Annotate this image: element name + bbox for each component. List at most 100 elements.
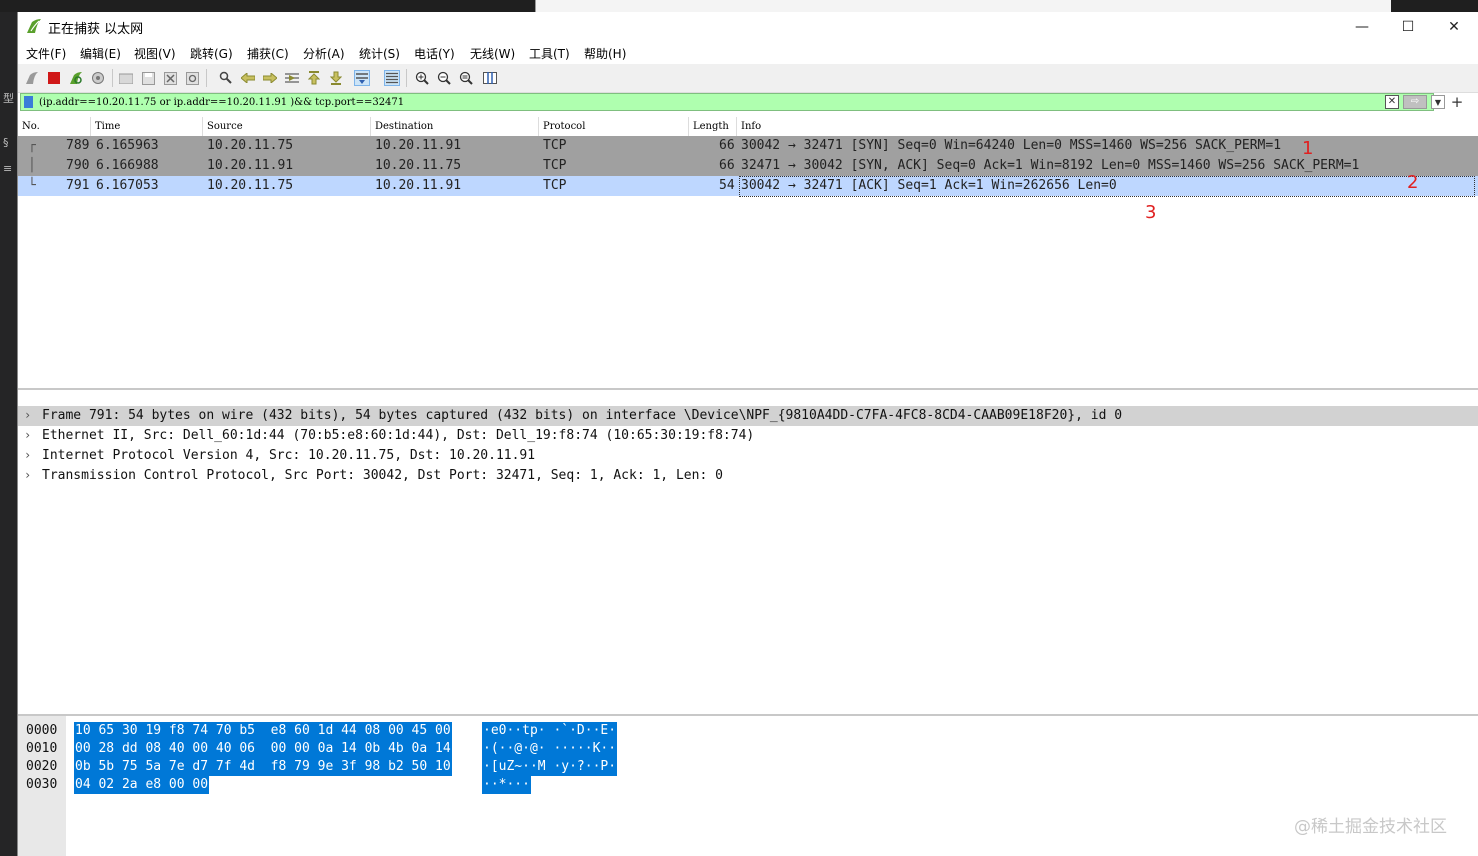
go-last-packet-icon[interactable] bbox=[328, 70, 344, 86]
go-to-packet-icon[interactable] bbox=[284, 70, 300, 86]
detail-tree-row[interactable]: › Internet Protocol Version 4, Src: 10.2… bbox=[18, 446, 1478, 466]
annotation-number: 2 bbox=[1407, 172, 1419, 193]
byte-hex[interactable]: 04 02 2a e8 00 00 bbox=[74, 776, 210, 794]
packet-destination: 10.20.11.75 bbox=[375, 158, 462, 173]
menu-file[interactable]: 文件(F) bbox=[26, 45, 66, 62]
title-bar[interactable]: 正在捕获 以太网 — ☐ ✕ bbox=[18, 12, 1478, 42]
annotation-number: 1 bbox=[1302, 138, 1314, 159]
menu-view[interactable]: 视图(V) bbox=[134, 45, 176, 62]
filter-history-dropdown-icon[interactable]: ▼ bbox=[1431, 95, 1445, 109]
save-file-icon[interactable] bbox=[140, 70, 156, 86]
byte-ascii[interactable]: ··*··· bbox=[482, 776, 531, 794]
menu-bar: 文件(F) 编辑(E) 视图(V) 跳转(G) 捕获(C) 分析(A) 统计(S… bbox=[18, 42, 1478, 64]
byte-hex[interactable]: 0b 5b 75 5a 7e d7 7f 4d f8 79 9e 3f 98 b… bbox=[74, 758, 452, 776]
menu-analyze[interactable]: 分析(A) bbox=[303, 45, 345, 62]
column-header-info[interactable]: Info bbox=[737, 117, 1478, 136]
menu-tools[interactable]: 工具(T) bbox=[529, 45, 570, 62]
left-side-panel: 型 § ≡ bbox=[0, 12, 17, 856]
packet-info: 32471 → 30042 [SYN, ACK] Seq=0 Ack=1 Win… bbox=[741, 158, 1360, 173]
packet-time: 6.166988 bbox=[96, 158, 159, 173]
expand-chevron-icon[interactable]: › bbox=[24, 448, 36, 462]
detail-tree-row[interactable]: › Ethernet II, Src: Dell_60:1d:44 (70:b5… bbox=[18, 426, 1478, 446]
column-header-destination[interactable]: Destination bbox=[371, 117, 539, 136]
stop-capture-icon[interactable] bbox=[46, 70, 62, 86]
byte-ascii[interactable]: ·[uZ~··M ·y·?··P· bbox=[482, 758, 618, 776]
byte-ascii[interactable]: ·e0··tp· ·`·D··E· bbox=[482, 722, 618, 740]
open-file-folder-icon[interactable] bbox=[118, 70, 134, 86]
conversation-bracket-icon: └ bbox=[28, 178, 36, 193]
colorize-packet-list-icon[interactable] bbox=[384, 70, 400, 86]
minimize-button[interactable]: — bbox=[1339, 12, 1385, 42]
side-glyph: 型 bbox=[3, 92, 14, 105]
conversation-bracket-icon: ┌ bbox=[28, 138, 36, 153]
close-file-icon[interactable] bbox=[162, 70, 178, 86]
normal-size-icon[interactable] bbox=[458, 70, 474, 86]
packet-time: 6.165963 bbox=[96, 138, 159, 153]
resize-columns-icon[interactable] bbox=[482, 70, 498, 86]
column-header-time[interactable]: Time bbox=[91, 117, 203, 136]
zoom-in-icon[interactable] bbox=[414, 70, 430, 86]
packet-destination: 10.20.11.91 bbox=[375, 178, 462, 193]
apply-filter-arrow-icon[interactable]: ⇨ bbox=[1403, 95, 1427, 109]
detail-tree-row[interactable]: › Frame 791: 54 bytes on wire (432 bits)… bbox=[18, 406, 1478, 426]
filter-bookmark-icon[interactable] bbox=[24, 96, 33, 108]
clear-filter-icon[interactable]: ✕ bbox=[1385, 95, 1399, 109]
detail-text: Internet Protocol Version 4, Src: 10.20.… bbox=[42, 448, 536, 463]
reload-file-icon[interactable] bbox=[184, 70, 200, 86]
annotation-number: 3 bbox=[1145, 202, 1157, 223]
detail-tree-row[interactable]: › Transmission Control Protocol, Src Por… bbox=[18, 466, 1478, 486]
go-first-packet-icon[interactable] bbox=[306, 70, 322, 86]
column-header-protocol[interactable]: Protocol bbox=[539, 117, 689, 136]
byte-ascii[interactable]: ·(··@·@· ·····K·· bbox=[482, 740, 618, 758]
go-forward-arrow-icon[interactable] bbox=[262, 70, 278, 86]
background-window-strip bbox=[535, 0, 1391, 12]
packet-row[interactable]: ┌ 789 6.165963 10.20.11.75 10.20.11.91 T… bbox=[18, 136, 1478, 156]
menu-edit[interactable]: 编辑(E) bbox=[80, 45, 121, 62]
column-header-length[interactable]: Length bbox=[689, 117, 737, 136]
packet-no: 789 bbox=[66, 138, 90, 153]
menu-go[interactable]: 跳转(G) bbox=[190, 45, 233, 62]
close-button[interactable]: ✕ bbox=[1431, 12, 1477, 42]
detail-text: Frame 791: 54 bytes on wire (432 bits), … bbox=[42, 408, 1123, 423]
display-filter-input[interactable] bbox=[39, 95, 1359, 109]
side-glyph: ≡ bbox=[3, 162, 13, 175]
byte-hex[interactable]: 10 65 30 19 f8 74 70 b5 e8 60 1d 44 08 0… bbox=[74, 722, 452, 740]
menu-telephony[interactable]: 电话(Y) bbox=[414, 45, 455, 62]
start-capture-fin-icon[interactable] bbox=[24, 70, 40, 86]
main-toolbar bbox=[18, 64, 1478, 93]
wireshark-window: 正在捕获 以太网 — ☐ ✕ 文件(F) 编辑(E) 视图(V) 跳转(G) 捕… bbox=[17, 12, 1478, 856]
packet-time: 6.167053 bbox=[96, 178, 159, 193]
column-header-source[interactable]: Source bbox=[203, 117, 371, 136]
packet-no: 790 bbox=[66, 158, 90, 173]
expand-chevron-icon[interactable]: › bbox=[24, 428, 36, 442]
packet-source: 10.20.11.75 bbox=[207, 138, 294, 153]
add-filter-button-plus-icon[interactable]: + bbox=[1450, 94, 1464, 110]
capture-options-gear-icon[interactable] bbox=[90, 70, 106, 86]
menu-help[interactable]: 帮助(H) bbox=[584, 45, 626, 62]
toolbar-separator bbox=[206, 69, 207, 87]
auto-scroll-icon[interactable] bbox=[354, 70, 370, 86]
packet-length: 66 bbox=[719, 138, 735, 153]
packet-row-selected[interactable]: └ 791 6.167053 10.20.11.75 10.20.11.91 T… bbox=[18, 176, 1478, 197]
column-header-no[interactable]: No. bbox=[18, 117, 91, 136]
expand-chevron-icon[interactable]: › bbox=[24, 408, 36, 422]
packet-source: 10.20.11.75 bbox=[207, 178, 294, 193]
byte-offset: 0030 bbox=[26, 777, 58, 792]
packet-protocol: TCP bbox=[543, 178, 567, 193]
maximize-button[interactable]: ☐ bbox=[1385, 12, 1431, 42]
packet-details-pane: › Frame 791: 54 bytes on wire (432 bits)… bbox=[18, 394, 1478, 716]
menu-statistics[interactable]: 统计(S) bbox=[359, 45, 400, 62]
find-packet-magnifier-icon[interactable] bbox=[218, 70, 234, 86]
packet-protocol: TCP bbox=[543, 158, 567, 173]
restart-capture-icon[interactable] bbox=[68, 70, 84, 86]
expand-chevron-icon[interactable]: › bbox=[24, 468, 36, 482]
byte-offset: 0000 bbox=[26, 723, 58, 738]
packet-row[interactable]: │ 790 6.166988 10.20.11.91 10.20.11.75 T… bbox=[18, 156, 1478, 176]
menu-wireless[interactable]: 无线(W) bbox=[470, 45, 515, 62]
byte-hex[interactable]: 00 28 dd 08 40 00 40 06 00 00 0a 14 0b 4… bbox=[74, 740, 452, 758]
go-back-arrow-icon[interactable] bbox=[240, 70, 256, 86]
zoom-out-icon[interactable] bbox=[436, 70, 452, 86]
menu-capture[interactable]: 捕获(C) bbox=[247, 45, 289, 62]
watermark-text: @稀土掘金技术社区 bbox=[1294, 817, 1447, 837]
packet-info: 30042 → 32471 [SYN] Seq=0 Win=64240 Len=… bbox=[741, 138, 1282, 153]
